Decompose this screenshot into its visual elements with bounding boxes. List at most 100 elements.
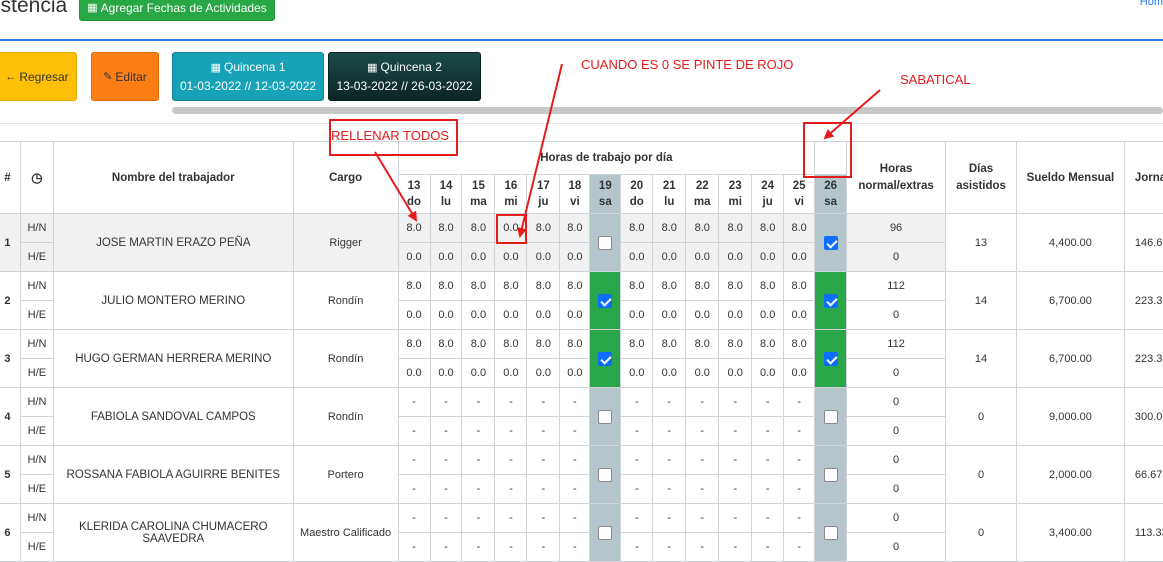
- extra-hours-cell[interactable]: -: [494, 416, 528, 446]
- normal-hours-cell[interactable]: 8.0: [461, 213, 496, 243]
- extra-hours-cell[interactable]: -: [783, 474, 816, 504]
- extra-hours-cell[interactable]: 0.0: [620, 300, 654, 330]
- normal-hours-cell[interactable]: 8.0: [685, 329, 720, 359]
- extra-hours-cell[interactable]: -: [685, 474, 720, 504]
- normal-hours-cell[interactable]: -: [751, 445, 785, 475]
- normal-hours-cell[interactable]: -: [718, 503, 753, 533]
- extra-hours-cell[interactable]: -: [718, 532, 753, 562]
- extra-hours-cell[interactable]: 0.0: [526, 300, 561, 330]
- normal-hours-cell[interactable]: 8.0: [718, 271, 753, 301]
- normal-hours-cell[interactable]: 8.0: [652, 329, 687, 359]
- extra-hours-cell[interactable]: -: [652, 416, 687, 446]
- extra-hours-cell[interactable]: -: [526, 416, 561, 446]
- extra-hours-cell[interactable]: -: [620, 474, 654, 504]
- sabatical-checkbox[interactable]: [823, 293, 838, 308]
- extra-hours-cell[interactable]: -: [685, 532, 720, 562]
- fortnight-1-button[interactable]: ▦ Quincena 1 01-03-2022 // 12-03-2022: [172, 52, 324, 101]
- normal-hours-cell[interactable]: -: [685, 445, 720, 475]
- extra-hours-cell[interactable]: -: [397, 532, 431, 562]
- normal-hours-cell[interactable]: 8.0: [461, 271, 496, 301]
- home-link[interactable]: Hom: [1140, 0, 1163, 8]
- normal-hours-cell[interactable]: 8.0: [783, 329, 816, 359]
- normal-hours-cell[interactable]: 8.0: [494, 329, 528, 359]
- extra-hours-cell[interactable]: 0.0: [429, 358, 463, 388]
- extra-hours-cell[interactable]: -: [620, 416, 654, 446]
- extra-hours-cell[interactable]: 0.0: [751, 300, 785, 330]
- normal-hours-cell[interactable]: -: [559, 387, 591, 417]
- extra-hours-cell[interactable]: 0.0: [494, 242, 528, 272]
- normal-hours-cell[interactable]: 8.0: [751, 213, 785, 243]
- edit-button[interactable]: ✎ Editar: [91, 52, 159, 101]
- normal-hours-cell[interactable]: -: [685, 387, 720, 417]
- normal-hours-cell[interactable]: 8.0: [429, 213, 463, 243]
- normal-hours-cell[interactable]: 8.0: [461, 329, 496, 359]
- extra-hours-cell[interactable]: -: [559, 416, 591, 446]
- add-activity-dates-button[interactable]: ▦ Agregar Fechas de Actividades: [79, 0, 275, 21]
- extra-hours-cell[interactable]: 0.0: [494, 300, 528, 330]
- extra-hours-cell[interactable]: -: [718, 416, 753, 446]
- extra-hours-cell[interactable]: -: [559, 532, 591, 562]
- normal-hours-cell[interactable]: -: [559, 503, 591, 533]
- normal-hours-cell[interactable]: -: [620, 445, 654, 475]
- extra-hours-cell[interactable]: -: [461, 416, 496, 446]
- sabatical-checkbox[interactable]: [823, 235, 838, 250]
- normal-hours-cell[interactable]: -: [652, 445, 687, 475]
- normal-hours-cell[interactable]: 8.0: [652, 213, 687, 243]
- extra-hours-cell[interactable]: 0.0: [559, 242, 591, 272]
- extra-hours-cell[interactable]: -: [429, 532, 463, 562]
- extra-hours-cell[interactable]: -: [461, 532, 496, 562]
- extra-hours-cell[interactable]: -: [751, 416, 785, 446]
- extra-hours-cell[interactable]: -: [718, 474, 753, 504]
- normal-hours-cell[interactable]: 8.0: [783, 213, 816, 243]
- normal-hours-cell[interactable]: 8.0: [397, 271, 431, 301]
- normal-hours-cell[interactable]: -: [429, 387, 463, 417]
- normal-hours-cell[interactable]: -: [526, 445, 561, 475]
- sabatical-checkbox[interactable]: [598, 293, 613, 308]
- normal-hours-cell[interactable]: 8.0: [494, 271, 528, 301]
- sabatical-checkbox[interactable]: [823, 409, 838, 424]
- extra-hours-cell[interactable]: -: [751, 532, 785, 562]
- normal-hours-cell[interactable]: -: [429, 503, 463, 533]
- normal-hours-cell[interactable]: 8.0: [620, 271, 654, 301]
- normal-hours-cell[interactable]: -: [685, 503, 720, 533]
- normal-hours-cell[interactable]: -: [559, 445, 591, 475]
- normal-hours-cell[interactable]: -: [494, 445, 528, 475]
- back-button[interactable]: ← Regresar: [0, 52, 77, 101]
- normal-hours-cell[interactable]: 8.0: [751, 271, 785, 301]
- extra-hours-cell[interactable]: 0.0: [652, 242, 687, 272]
- extra-hours-cell[interactable]: 0.0: [783, 358, 816, 388]
- extra-hours-cell[interactable]: -: [397, 474, 431, 504]
- sabatical-checkbox[interactable]: [598, 467, 613, 482]
- sabatical-checkbox[interactable]: [598, 351, 613, 366]
- normal-hours-cell[interactable]: -: [429, 445, 463, 475]
- horizontal-scrollbar[interactable]: [172, 107, 1163, 114]
- extra-hours-cell[interactable]: 0.0: [652, 358, 687, 388]
- extra-hours-cell[interactable]: 0.0: [429, 242, 463, 272]
- extra-hours-cell[interactable]: 0.0: [429, 300, 463, 330]
- normal-hours-cell[interactable]: -: [397, 387, 431, 417]
- extra-hours-cell[interactable]: 0.0: [526, 242, 561, 272]
- extra-hours-cell[interactable]: -: [685, 416, 720, 446]
- normal-hours-cell[interactable]: -: [494, 503, 528, 533]
- extra-hours-cell[interactable]: 0.0: [559, 358, 591, 388]
- extra-hours-cell[interactable]: -: [526, 474, 561, 504]
- normal-hours-cell[interactable]: 8.0: [685, 213, 720, 243]
- normal-hours-cell[interactable]: 8.0: [429, 271, 463, 301]
- normal-hours-cell[interactable]: -: [652, 387, 687, 417]
- sabatical-checkbox[interactable]: [823, 525, 838, 540]
- normal-hours-cell[interactable]: -: [620, 387, 654, 417]
- extra-hours-cell[interactable]: 0.0: [751, 358, 785, 388]
- extra-hours-cell[interactable]: -: [751, 474, 785, 504]
- extra-hours-cell[interactable]: 0.0: [783, 300, 816, 330]
- normal-hours-cell[interactable]: -: [397, 445, 431, 475]
- sabatical-checkbox[interactable]: [598, 235, 613, 250]
- sabatical-checkbox[interactable]: [598, 525, 613, 540]
- extra-hours-cell[interactable]: -: [652, 474, 687, 504]
- extra-hours-cell[interactable]: 0.0: [559, 300, 591, 330]
- extra-hours-cell[interactable]: -: [397, 416, 431, 446]
- normal-hours-cell[interactable]: 8.0: [526, 213, 561, 243]
- extra-hours-cell[interactable]: 0.0: [718, 242, 753, 272]
- normal-hours-cell[interactable]: -: [751, 387, 785, 417]
- extra-hours-cell[interactable]: 0.0: [718, 358, 753, 388]
- normal-hours-cell[interactable]: 8.0: [620, 329, 654, 359]
